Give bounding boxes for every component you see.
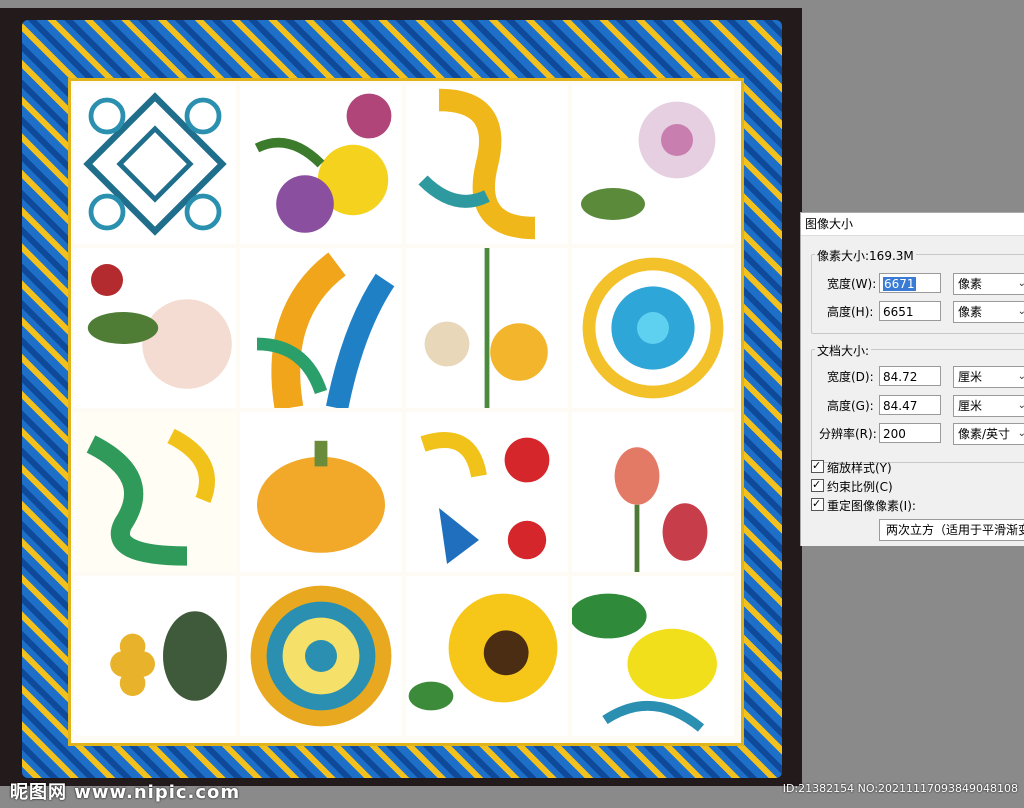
chevron-down-icon: ⌄ (1017, 371, 1024, 382)
checkbox-checked-icon (811, 495, 824, 513)
tile-peony-pink (572, 84, 734, 244)
tile-sunflower (406, 576, 568, 736)
tile-red-blue-folk (406, 412, 568, 572)
checkbox-checked-icon (811, 476, 824, 494)
document-canvas[interactable] (0, 8, 802, 786)
doc-height-row: 高度(G): 84.47 厘米 ⌄ (801, 395, 1024, 417)
dialog-title: 图像大小 (801, 213, 1024, 236)
document-size-label: 文档大小: (815, 342, 872, 359)
resolution-label: 分辨率(R): (819, 427, 877, 441)
watermark-id: ID:21382154 NO:20211117093849048108 (782, 782, 1018, 795)
resample-method-select[interactable]: 两次立方（适用于平滑渐变） (879, 519, 1024, 541)
image-size-dialog[interactable]: 图像大小 像素大小:169.3M 宽度(W): 6671 像素 ⌄ 高度(H): … (800, 212, 1024, 546)
doc-width-row: 宽度(D): 84.72 厘米 ⌄ (801, 366, 1024, 388)
chevron-down-icon: ⌄ (1017, 400, 1024, 411)
checkbox-checked-icon (811, 457, 824, 475)
tile-wildflowers (406, 248, 568, 408)
doc-width-unit: 厘米 (958, 370, 983, 384)
pixel-height-row: 高度(H): 6651 像素 ⌄ (801, 301, 1024, 323)
doc-height-unit: 厘米 (958, 399, 983, 413)
pixel-width-unit-select[interactable]: 像素 ⌄ (953, 273, 1024, 295)
pixel-width-unit: 像素 (958, 277, 983, 291)
doc-height-unit-select[interactable]: 厘米 ⌄ (953, 395, 1024, 417)
tile-white-rose (74, 248, 236, 408)
chevron-down-icon: ⌄ (1017, 306, 1024, 317)
resample-checkbox[interactable]: 重定图像像素(I): (811, 495, 916, 515)
resample-label: 重定图像像素(I): (827, 499, 916, 513)
tile-blue-acanthus (240, 248, 402, 408)
pixel-height-field[interactable]: 6651 (879, 301, 941, 321)
chevron-down-icon: ⌄ (1017, 278, 1024, 289)
pixel-dimensions-label: 像素大小:169.3M (815, 247, 916, 264)
pixel-width-field[interactable]: 6671 (879, 273, 941, 293)
pixel-width-value: 6671 (883, 277, 916, 291)
chevron-down-icon: ⌄ (1017, 428, 1024, 439)
tile-lemon (572, 576, 734, 736)
pixel-height-unit: 像素 (958, 305, 983, 319)
tile-tulips (572, 412, 734, 572)
tile-grid (74, 84, 734, 736)
tile-pumpkin (240, 412, 402, 572)
tile-round-mandala (240, 576, 402, 736)
resolution-unit-select[interactable]: 像素/英寸 ⌄ (953, 423, 1024, 445)
tile-blue-medallion (572, 248, 734, 408)
tile-flowers-purple (240, 84, 402, 244)
scale-styles-checkbox[interactable]: 缩放样式(Y) (811, 457, 892, 477)
tile-green-ribbon (74, 412, 236, 572)
pixel-width-row: 宽度(W): 6671 像素 ⌄ (801, 273, 1024, 295)
tile-yellow-scroll (406, 84, 568, 244)
pixel-height-unit-select[interactable]: 像素 ⌄ (953, 301, 1024, 323)
doc-width-unit-select[interactable]: 厘米 ⌄ (953, 366, 1024, 388)
constrain-label: 约束比例(C) (827, 480, 893, 494)
tile-lattice (74, 84, 236, 244)
resolution-row: 分辨率(R): 200 像素/英寸 ⌄ (801, 423, 1024, 445)
scale-styles-label: 缩放样式(Y) (827, 461, 892, 475)
doc-width-field[interactable]: 84.72 (879, 366, 941, 386)
watermark-logo: 昵图网 www.nipic.com (10, 782, 241, 803)
doc-height-field[interactable]: 84.47 (879, 395, 941, 415)
constrain-proportions-checkbox[interactable]: 约束比例(C) (811, 476, 893, 496)
tile-grapes (74, 576, 236, 736)
resolution-field[interactable]: 200 (879, 423, 941, 443)
resolution-unit: 像素/英寸 (958, 427, 1011, 441)
